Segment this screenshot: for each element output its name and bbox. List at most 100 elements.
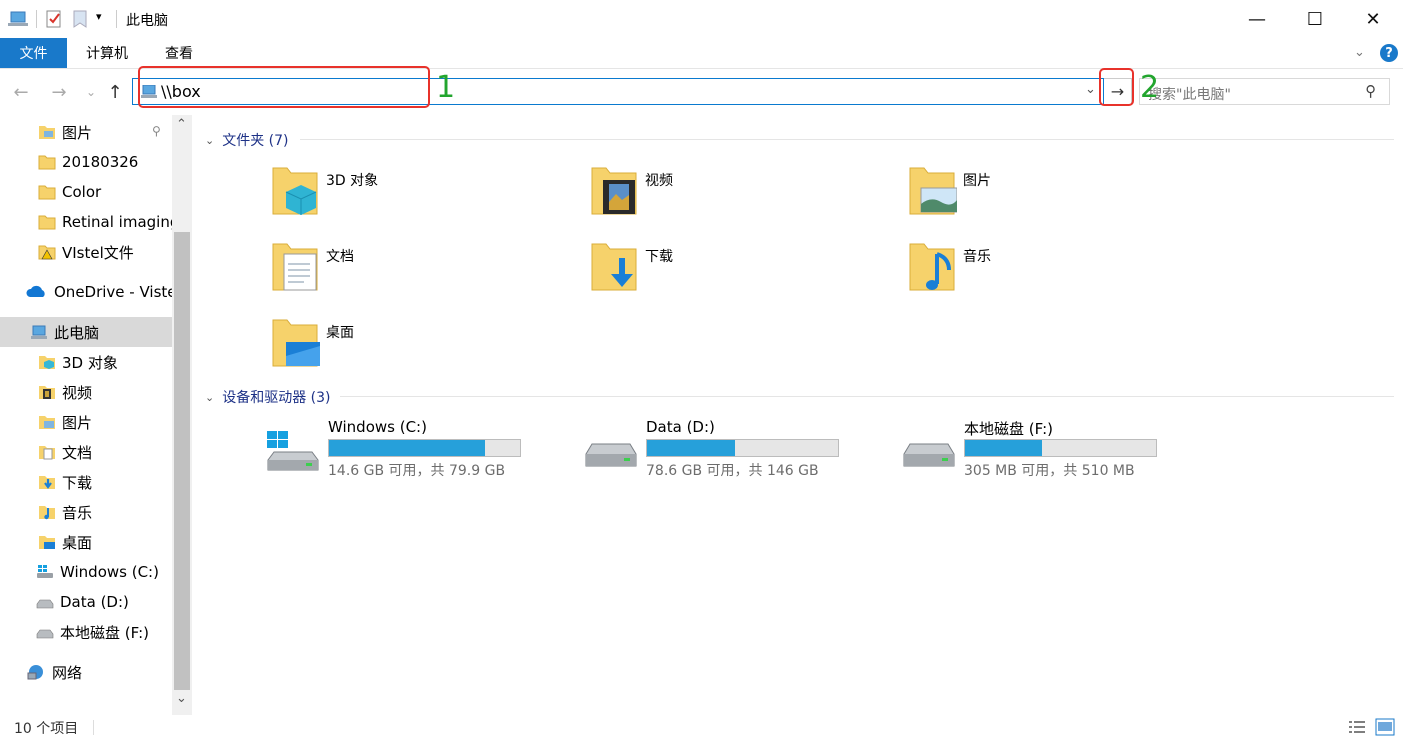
videos-icon [39,386,55,399]
documents-folder-icon [272,243,318,291]
drive-usage-fill [329,440,486,456]
music-icon [39,506,55,520]
tab-file[interactable]: 文件 [0,38,67,68]
sidebar-item-label: 本地磁盘 (F:) [60,623,149,642]
collapse-icon[interactable]: ⌄ [205,391,214,404]
folder-label: 下载 [645,249,673,265]
sidebar-item-local-disk-f[interactable]: 本地磁盘 (F:) [0,617,172,647]
tab-computer[interactable]: 计算机 [72,38,142,68]
scrollbar-thumb[interactable] [174,232,190,690]
close-button[interactable]: ✕ [1344,0,1402,38]
sidebar-item-data-d[interactable]: Data (D:) [0,587,172,617]
drives-group-title: 设备和驱动器 (3) [222,390,331,406]
drive-tile-data-d[interactable]: Data (D:) 78.6 GB 可用，共 146 GB [584,418,884,479]
group-divider [340,396,1394,397]
folder-tile-videos[interactable]: 视频 [589,164,889,228]
folder-label: 视频 [645,173,673,189]
network-icon [27,665,43,680]
tab-view[interactable]: 查看 [150,38,208,68]
windows-drive-icon [37,565,53,578]
sidebar-item-this-pc[interactable]: 此电脑 [0,317,172,347]
sidebar-item-label: 视频 [62,383,93,402]
scroll-up-icon[interactable]: ⌃ [176,117,187,132]
folder-tile-downloads[interactable]: 下载 [589,240,889,304]
sidebar-item-network[interactable]: 网络 [0,657,172,687]
sidebar-item-label: 3D 对象 [62,353,118,372]
sidebar-item-onedrive[interactable]: OneDrive - Visteon [0,277,172,307]
up-button[interactable]: ↑ [102,79,128,105]
annotation-label-2: 2 [1140,70,1160,105]
downloads-folder-icon [591,243,637,291]
sidebar-item-pictures-pinned[interactable]: 图片 [0,117,172,147]
large-icons-view-icon[interactable] [1375,718,1395,736]
sidebar-item-documents[interactable]: 文档 [0,437,172,467]
sidebar-item-retinal-imaging[interactable]: Retinal imaging [0,207,172,237]
music-folder-icon [909,243,955,291]
annotation-label-1: 1 [436,70,456,105]
annotation-box-2 [1099,68,1134,106]
sidebar-item-color[interactable]: Color [0,177,172,207]
folder-tile-documents[interactable]: 文档 [270,240,570,304]
sidebar-item-downloads[interactable]: 下载 [0,467,172,497]
search-input[interactable]: 搜索"此电脑" [1148,84,1231,104]
forward-button[interactable]: → [46,79,72,105]
pictures-folder-icon [39,126,55,139]
windows-drive-icon [267,431,319,471]
drive-usage-fill [965,440,1042,456]
properties-icon[interactable] [45,10,63,28]
pin-icon[interactable]: ⚲ [152,124,161,138]
help-icon[interactable]: ? [1380,44,1398,62]
desktop-folder-icon [272,319,320,367]
drive-name: Windows (C:) [328,418,427,436]
sidebar-item-3d-objects[interactable]: 3D 对象 [0,347,172,377]
folder-icon [38,185,56,200]
details-view-icon[interactable] [1348,719,1366,735]
drive-free-space: 14.6 GB 可用，共 79.9 GB [328,463,506,479]
sidebar-item-videos[interactable]: 视频 [0,377,172,407]
separator [93,720,94,735]
sidebar-item-pictures[interactable]: 图片 [0,407,172,437]
pictures-folder-icon [909,167,957,215]
address-dropdown-icon[interactable]: ⌄ [1085,82,1096,97]
drive-usage-bar [964,439,1157,457]
drive-name: 本地磁盘 (F:) [964,420,1053,438]
warning-folder-icon [38,245,56,260]
ribbon-tabs: 文件 计算机 查看 ⌄ ? [0,38,1403,69]
scroll-down-icon[interactable]: ⌄ [176,691,187,706]
back-button[interactable]: ← [8,79,34,105]
drive-icon [903,443,955,467]
sidebar-item-windows-c[interactable]: Windows (C:) [0,557,172,587]
drive-tile-local-disk-f[interactable]: 本地磁盘 (F:) 305 MB 可用，共 510 MB [902,418,1202,479]
sidebar-item-20180326[interactable]: 20180326 [0,147,172,177]
maximize-button[interactable]: ☐ [1286,0,1344,38]
folder-tile-desktop[interactable]: 桌面 [270,316,570,380]
folder-tile-pictures[interactable]: 图片 [907,164,1207,228]
folder-tile-3d-objects[interactable]: 3D 对象 [270,164,570,228]
folder-icon [38,215,56,230]
navigation-pane: 图片 ⚲ 20180326 Color Retinal imaging VIst… [0,115,172,715]
minimize-button[interactable]: — [1228,0,1286,38]
this-pc-icon [31,325,47,339]
folders-group-header[interactable]: ⌄ 文件夹 (7) [205,130,289,150]
sidebar-item-vistel[interactable]: VIstel文件 [0,237,172,267]
item-count: 10 个项目 [14,721,79,737]
folders-group-title: 文件夹 (7) [222,133,289,149]
collapse-icon[interactable]: ⌄ [205,134,214,147]
quick-access-dropdown-icon[interactable]: ▾ [96,10,102,23]
recent-locations-button[interactable]: ⌄ [78,79,104,105]
folder-tile-music[interactable]: 音乐 [907,240,1207,304]
drive-tile-windows-c[interactable]: Windows (C:) 14.6 GB 可用，共 79.9 GB [266,418,566,479]
sidebar-item-label: VIstel文件 [62,243,134,262]
sidebar-item-label: 网络 [52,663,83,682]
drive-usage-bar [646,439,839,457]
documents-icon [39,446,55,460]
downloads-icon [39,476,55,489]
sidebar-item-desktop[interactable]: 桌面 [0,527,172,557]
drive-usage-fill [647,440,736,456]
drives-group-header[interactable]: ⌄ 设备和驱动器 (3) [205,387,331,407]
sidebar-item-music[interactable]: 音乐 [0,497,172,527]
search-icon[interactable]: ⚲ [1365,82,1376,100]
search-box[interactable]: 搜索"此电脑" ⚲ [1139,78,1390,105]
new-folder-icon[interactable] [72,10,88,28]
ribbon-expand-icon[interactable]: ⌄ [1354,45,1365,60]
